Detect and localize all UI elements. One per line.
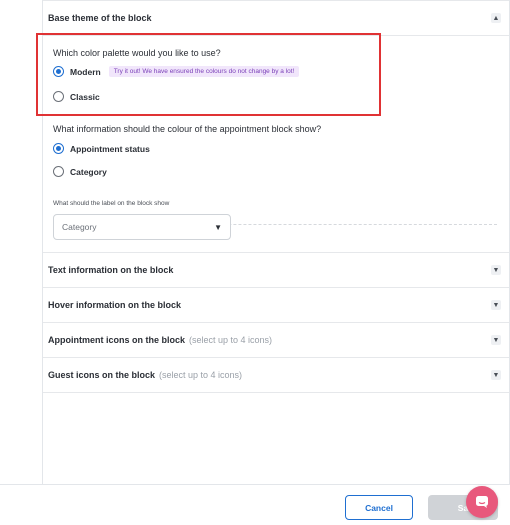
cancel-button[interactable]: Cancel <box>345 495 413 520</box>
section-title: Appointment icons on the block <box>48 335 185 345</box>
label-select[interactable]: Category ▼ <box>53 214 231 240</box>
section-appointment-icons[interactable]: Appointment icons on the block (select u… <box>43 323 509 358</box>
palette-question: Which color palette would you like to us… <box>53 48 221 58</box>
base-theme-body: Which color palette would you like to us… <box>43 36 509 253</box>
section-hover-information[interactable]: Hover information on the block ▼ <box>43 288 509 323</box>
section-title: Hover information on the block <box>48 300 182 310</box>
radio-classic[interactable]: Classic <box>53 91 100 102</box>
radio-category-dot[interactable] <box>53 166 64 177</box>
section-note: (select up to 4 icons) <box>159 370 243 380</box>
chevron-down-icon[interactable]: ▼ <box>491 370 501 380</box>
section-title: Guest icons on the block <box>48 370 156 380</box>
chevron-down-icon[interactable]: ▼ <box>491 335 501 345</box>
chevron-down-icon[interactable]: ▼ <box>491 300 501 310</box>
chat-icon <box>476 496 488 508</box>
radio-modern-label: Modern <box>70 66 101 77</box>
label-select-value: Category <box>62 222 97 232</box>
footer-bar: Cancel Sa <box>0 484 510 525</box>
radio-category[interactable]: Category <box>53 166 107 177</box>
radio-modern[interactable]: Modern Try it out! We have ensured the c… <box>53 66 300 77</box>
radio-classic-label: Classic <box>70 91 100 102</box>
section-title: Text information on the block <box>48 265 174 275</box>
section-text-information[interactable]: Text information on the block ▼ <box>43 253 509 288</box>
chevron-down-icon[interactable]: ▼ <box>491 265 501 275</box>
chevron-down-icon: ▼ <box>214 222 222 232</box>
radio-appointment-status-dot[interactable] <box>53 143 64 154</box>
palette-hint-badge: Try it out! We have ensured the colours … <box>108 66 300 77</box>
settings-page: Base theme of the block ▲ Which color pa… <box>0 0 510 525</box>
section-guest-icons[interactable]: Guest icons on the block (select up to 4… <box>43 358 509 393</box>
block-settings-panel: Base theme of the block ▲ Which color pa… <box>43 0 509 393</box>
base-theme-header[interactable]: Base theme of the block ▲ <box>43 0 509 36</box>
radio-appointment-status[interactable]: Appointment status <box>53 143 150 154</box>
chat-button[interactable] <box>466 486 498 518</box>
base-theme-title: Base theme of the block <box>48 13 152 23</box>
section-note: (select up to 4 icons) <box>189 335 273 345</box>
radio-category-label: Category <box>70 166 107 177</box>
radio-classic-dot[interactable] <box>53 91 64 102</box>
radio-appointment-status-label: Appointment status <box>70 143 150 154</box>
chevron-up-icon[interactable]: ▲ <box>491 13 501 23</box>
colour-question: What information should the colour of th… <box>53 124 322 134</box>
radio-modern-dot[interactable] <box>53 66 64 77</box>
label-question: What should the label on the block show <box>53 200 170 207</box>
